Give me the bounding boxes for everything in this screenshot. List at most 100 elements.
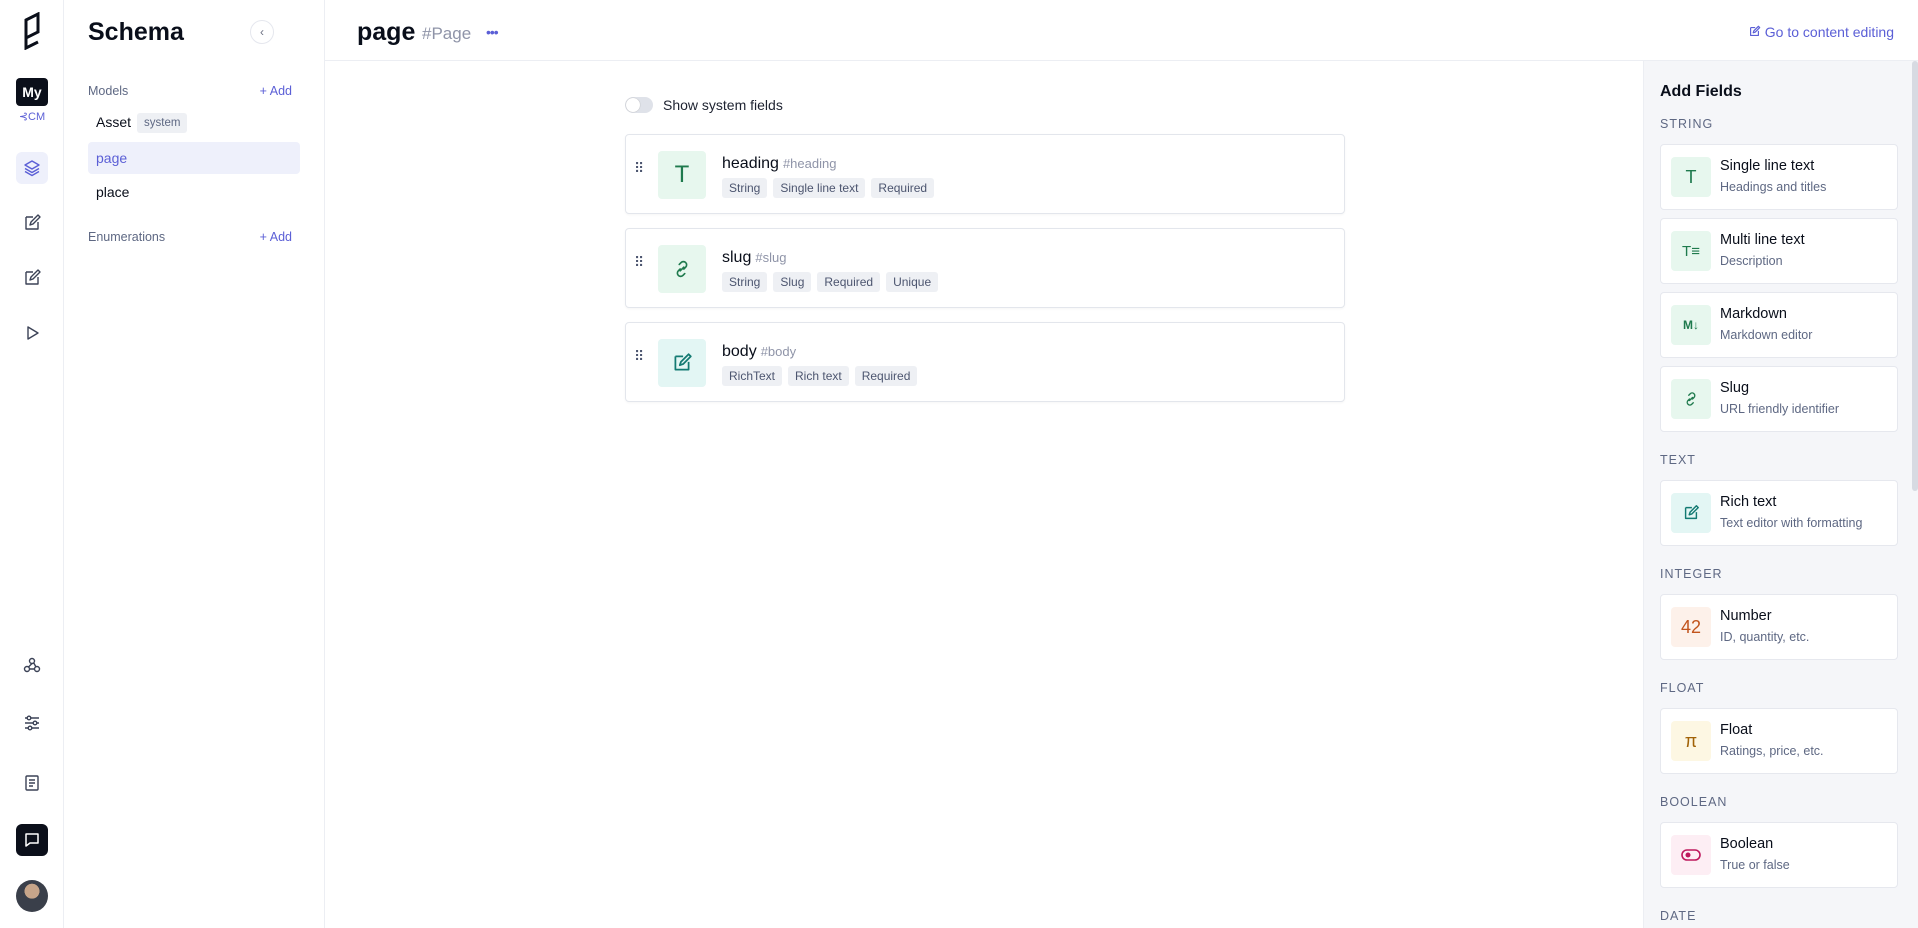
add-single-line-text-button[interactable]: T Single line text Headings and titles (1660, 144, 1898, 210)
link-icon (1671, 379, 1711, 419)
more-options-icon[interactable]: ••• (486, 24, 499, 40)
chat-icon (25, 833, 39, 847)
number-icon: 42 (1671, 607, 1711, 647)
category-string: STRING (1660, 117, 1714, 131)
field-tag: Required (817, 272, 881, 292)
field-name: slug (722, 249, 752, 266)
field-row-heading[interactable]: ⠿ T heading #heading String Single line t… (625, 134, 1345, 214)
page-title: page (357, 18, 416, 46)
model-name: page (96, 150, 128, 166)
field-tag: Required (871, 178, 935, 198)
page-header: page #Page ••• Go to content editing (325, 0, 1918, 61)
schema-sidebar: Schema Models + Add Asset system page pla… (64, 0, 325, 928)
webhook-icon (23, 657, 41, 673)
plus-icon: + (259, 84, 267, 98)
playground-nav-button[interactable] (16, 317, 48, 349)
go-to-content-editing-link[interactable]: Go to content editing (1748, 24, 1894, 40)
field-tag: RichText (722, 366, 783, 386)
field-row-slug[interactable]: ⠿ slug #slug String Slug Required Unique (625, 228, 1345, 308)
sidebar-title: Schema (88, 18, 184, 46)
add-float-button[interactable]: π Float Ratings, price, etc. (1660, 708, 1898, 774)
add-enumeration-button[interactable]: + Add (260, 230, 292, 244)
add-number-button[interactable]: 42 Number ID, quantity, etc. (1660, 594, 1898, 660)
document-icon (25, 775, 39, 791)
field-row-body[interactable]: ⠿ body #body RichText Rich text Required (625, 322, 1345, 402)
field-name: body (722, 343, 757, 360)
go-to-content-editing-label: Go to content editing (1764, 24, 1894, 40)
layers-icon (24, 160, 40, 177)
content-edit-nav-button[interactable] (16, 262, 48, 294)
pi-icon: π (1671, 721, 1711, 761)
card-title: Number (1720, 608, 1772, 624)
project-switcher[interactable]: My (16, 78, 48, 106)
field-api-id: #heading (782, 156, 837, 171)
card-description: Headings and titles (1720, 180, 1827, 194)
content-nav-button[interactable] (16, 207, 48, 239)
model-api-id: #Page (422, 24, 472, 43)
sidebar-item-page[interactable]: page (88, 142, 300, 174)
add-model-button[interactable]: + Add (260, 84, 292, 98)
card-title: Boolean (1720, 836, 1774, 852)
link-icon (658, 245, 706, 293)
toggle-icon (1671, 835, 1711, 875)
drag-handle-icon[interactable]: ⠿ (634, 255, 646, 269)
field-name: heading (722, 155, 779, 172)
models-section-label: Models (88, 84, 129, 98)
sidebar-item-place[interactable]: place (88, 176, 300, 208)
settings-nav-button[interactable] (16, 707, 48, 739)
card-title: Slug (1720, 380, 1750, 396)
drag-handle-icon[interactable]: ⠿ (634, 161, 646, 175)
add-rich-text-button[interactable]: Rich text Text editor with formatting (1660, 480, 1898, 546)
card-title: Markdown (1720, 306, 1787, 322)
card-description: Text editor with formatting (1720, 516, 1863, 530)
edit-icon (1749, 25, 1761, 36)
field-tag: Required (854, 366, 918, 386)
card-title: Rich text (1720, 494, 1777, 510)
category-integer: INTEGER (1660, 567, 1723, 581)
card-description: URL friendly identifier (1720, 402, 1840, 416)
panel-scrollbar[interactable] (1912, 61, 1918, 491)
collapse-sidebar-button[interactable]: ‹ (250, 20, 274, 44)
webhooks-nav-button[interactable] (16, 649, 48, 681)
show-system-fields-label: Show system fields (663, 97, 783, 113)
card-description: True or false (1720, 858, 1790, 872)
drag-handle-icon[interactable]: ⠿ (634, 349, 646, 363)
card-title: Float (1720, 722, 1753, 738)
field-api-id: #body (760, 344, 797, 359)
schema-nav-button[interactable] (16, 152, 48, 184)
add-enum-label: Add (269, 230, 292, 244)
edit-icon (25, 214, 41, 230)
sliders-icon (25, 715, 39, 731)
category-boolean: BOOLEAN (1660, 795, 1728, 809)
model-name: Asset (96, 114, 132, 130)
rich-text-icon (1671, 493, 1711, 533)
add-slug-button[interactable]: Slug URL friendly identifier (1660, 366, 1898, 432)
add-fields-panel: Add Fields STRING T Single line text Hea… (1643, 61, 1918, 928)
category-text: TEXT (1660, 453, 1696, 467)
user-avatar[interactable] (16, 880, 48, 912)
category-float: FLOAT (1660, 681, 1705, 695)
sidebar-item-asset[interactable]: Asset system (88, 106, 300, 138)
add-multi-line-text-button[interactable]: T≡ Multi line text Description (1660, 218, 1898, 284)
project-sub-label: ⊰CM (18, 111, 46, 123)
markdown-icon: M↓ (1671, 305, 1711, 345)
rich-text-icon (658, 339, 706, 387)
field-tag: Slug (773, 272, 812, 292)
show-system-fields-toggle[interactable] (625, 97, 653, 113)
add-boolean-button[interactable]: Boolean True or false (1660, 822, 1898, 888)
chat-button[interactable] (16, 824, 48, 856)
card-description: Ratings, price, etc. (1720, 744, 1824, 758)
plus-icon: + (259, 230, 267, 244)
logo-icon[interactable] (20, 12, 44, 50)
edit-square-icon (25, 269, 41, 285)
field-tag: Rich text (788, 366, 849, 386)
field-tag: Single line text (773, 178, 866, 198)
card-title: Multi line text (1720, 232, 1805, 248)
add-markdown-button[interactable]: M↓ Markdown Markdown editor (1660, 292, 1898, 358)
card-description: Markdown editor (1720, 328, 1813, 342)
docs-nav-button[interactable] (16, 767, 48, 799)
nav-rail: My ⊰CM (0, 0, 64, 928)
add-fields-title: Add Fields (1660, 83, 1742, 100)
single-line-text-icon: T (658, 151, 706, 199)
card-title: Single line text (1720, 158, 1815, 174)
